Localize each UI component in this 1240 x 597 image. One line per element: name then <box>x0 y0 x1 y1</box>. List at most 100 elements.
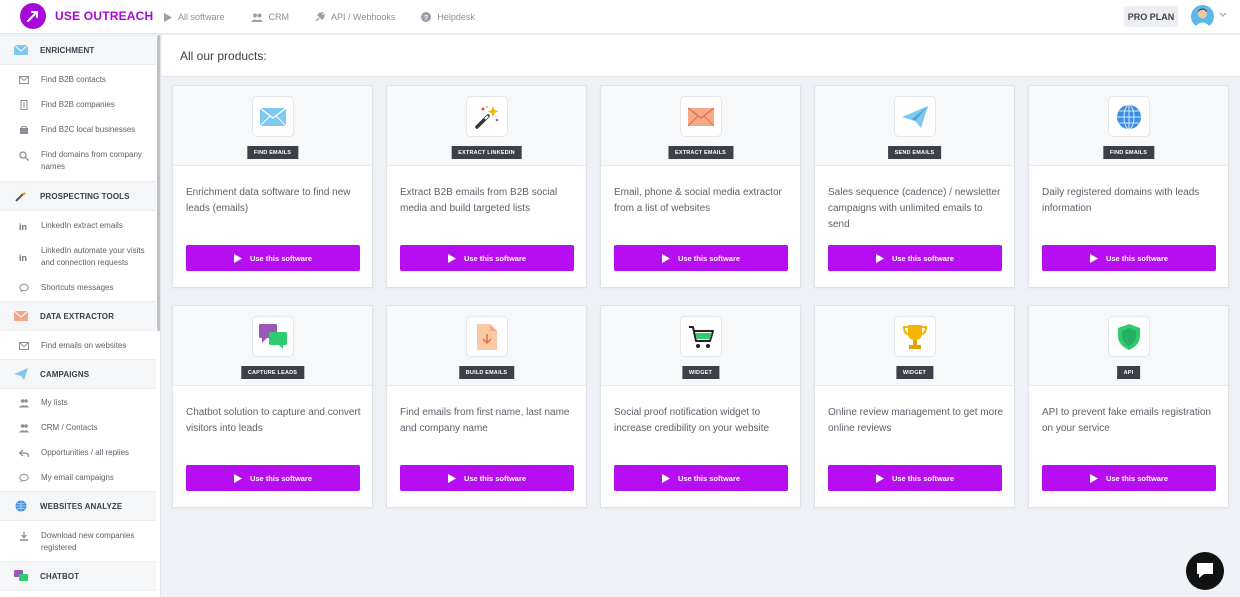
envelope-orange-icon <box>688 106 714 126</box>
reply-icon <box>19 449 29 458</box>
product-description: Extract B2B emails from B2B social media… <box>400 187 558 214</box>
product-description: Daily registered domains with leads info… <box>1042 187 1200 214</box>
chat-icon <box>19 283 29 293</box>
use-software-button[interactable]: Use this software <box>828 465 1002 491</box>
chat-widget-button[interactable] <box>1186 552 1224 590</box>
users-icon <box>250 13 263 22</box>
use-software-button[interactable]: Use this software <box>400 245 574 271</box>
chat-icon <box>1197 563 1213 578</box>
shield-icon <box>1118 323 1140 350</box>
sidebar-scrollbar[interactable] <box>157 35 160 331</box>
download-file-icon <box>477 323 497 350</box>
download-icon <box>20 531 28 541</box>
cart-icon <box>689 325 714 348</box>
play-icon <box>1089 473 1098 483</box>
sidebar-section-enrichment[interactable]: ENRICHMENT <box>0 35 156 65</box>
product-tag: EXTRACT EMAILS <box>667 146 734 159</box>
product-tag: EXTRACT LINKEDIN <box>451 146 522 159</box>
product-card: FIND EMAILS Enrichment data software to … <box>172 85 373 288</box>
sidebar-section-campaigns[interactable]: CAMPAIGNS <box>0 359 156 389</box>
svg-text:in: in <box>19 253 27 262</box>
avatar[interactable] <box>1191 5 1214 28</box>
product-tag: WIDGET <box>681 366 720 379</box>
logo-arrow-icon <box>20 3 46 29</box>
shop-icon <box>20 126 28 134</box>
product-description: Social proof notification widget to incr… <box>614 407 770 434</box>
product-card: CAPTURE LEADS Chatbot solution to captur… <box>172 305 373 508</box>
nav-api-webhooks[interactable]: API / Webhooks <box>315 12 395 22</box>
envelope-orange-icon <box>14 310 28 321</box>
help-icon: ? <box>421 12 432 22</box>
linkedin-icon: in <box>19 222 27 231</box>
magic-wand-icon <box>15 191 27 202</box>
logo[interactable]: USE OUTREACH <box>20 3 153 29</box>
sidebar-section-data-extractor[interactable]: DATA EXTRACTOR <box>0 301 156 331</box>
product-tag: CAPTURE LEADS <box>240 366 305 379</box>
product-card: SEND EMAILS Sales sequence (cadence) / n… <box>814 85 1015 288</box>
sidebar-section-prospecting[interactable]: PROSPECTING TOOLS <box>0 181 156 211</box>
envelope-icon <box>14 44 28 55</box>
product-description: Sales sequence (cadence) / newsletter ca… <box>828 187 1001 230</box>
users-icon <box>19 424 29 433</box>
product-description: API to prevent fake emails registration … <box>1042 407 1211 434</box>
product-card: EXTRACT EMAILS Email, phone & social med… <box>600 85 801 288</box>
paper-plane-icon <box>902 105 928 128</box>
linkedin-icon: in <box>19 253 27 262</box>
use-software-button[interactable]: Use this software <box>1042 245 1216 271</box>
product-tag: BUILD EMAILS <box>458 366 515 379</box>
envelope-icon <box>19 342 29 350</box>
use-software-button[interactable]: Use this software <box>828 245 1002 271</box>
search-icon <box>19 151 29 161</box>
play-icon <box>233 253 242 263</box>
play-icon <box>875 473 884 483</box>
nav-helpdesk[interactable]: ? Helpdesk <box>421 12 475 22</box>
product-description: Find emails from first name, last name a… <box>400 407 570 434</box>
product-description: Email, phone & social media extractor fr… <box>614 187 782 214</box>
use-software-button[interactable]: Use this software <box>186 465 360 491</box>
chat-icon <box>19 473 29 483</box>
play-icon <box>875 253 884 263</box>
svg-text:?: ? <box>424 15 428 22</box>
product-description: Chatbot solution to capture and convert … <box>186 407 361 434</box>
product-card: WIDGET Online review management to get m… <box>814 305 1015 508</box>
play-icon <box>233 473 242 483</box>
use-software-button[interactable]: Use this software <box>400 465 574 491</box>
globe-icon <box>15 500 27 512</box>
svg-text:in: in <box>19 222 27 231</box>
play-icon <box>164 12 172 22</box>
product-card: WIDGET Social proof notification widget … <box>600 305 801 508</box>
sidebar-section-chatbot[interactable]: CHATBOT <box>0 561 156 591</box>
product-card: EXTRACT LINKEDIN Extract B2B emails from… <box>386 85 587 288</box>
envelope-icon <box>260 106 286 126</box>
use-software-button[interactable]: Use this software <box>614 245 788 271</box>
sidebar: ENRICHMENT Find B2B contacts Find B2B co… <box>0 35 161 597</box>
nav-all-software[interactable]: All software <box>164 12 225 22</box>
product-tag: FIND EMAILS <box>246 146 299 159</box>
play-icon <box>1089 253 1098 263</box>
use-software-button[interactable]: Use this software <box>186 245 360 271</box>
product-card: BUILD EMAILS Find emails from first name… <box>386 305 587 508</box>
product-description: Online review management to get more onl… <box>828 407 1004 434</box>
brand-name: USE OUTREACH <box>55 9 154 23</box>
pro-plan-button[interactable]: PRO PLAN <box>1124 6 1178 27</box>
users-icon <box>19 399 29 408</box>
building-icon <box>20 100 28 110</box>
page-title: All our products: <box>180 49 267 63</box>
nav-crm[interactable]: CRM <box>250 12 289 22</box>
use-software-button[interactable]: Use this software <box>1042 465 1216 491</box>
envelope-icon <box>19 76 29 84</box>
globe-icon <box>1117 104 1141 129</box>
chevron-down-icon[interactable] <box>1219 12 1227 18</box>
product-tag: SEND EMAILS <box>887 146 942 159</box>
main-nav: All software CRM API / Webhooks ? Helpde… <box>164 0 501 34</box>
product-tag: WIDGET <box>895 366 934 379</box>
trophy-icon <box>903 324 927 349</box>
chat-bubbles-icon <box>259 323 287 349</box>
play-icon <box>447 473 456 483</box>
plug-icon <box>315 12 326 22</box>
use-software-button[interactable]: Use this software <box>614 465 788 491</box>
sidebar-section-websites-analyze[interactable]: WEBSITES ANALYZE <box>0 491 156 521</box>
play-icon <box>661 473 670 483</box>
paper-plane-icon <box>14 368 28 380</box>
play-icon <box>447 253 456 263</box>
